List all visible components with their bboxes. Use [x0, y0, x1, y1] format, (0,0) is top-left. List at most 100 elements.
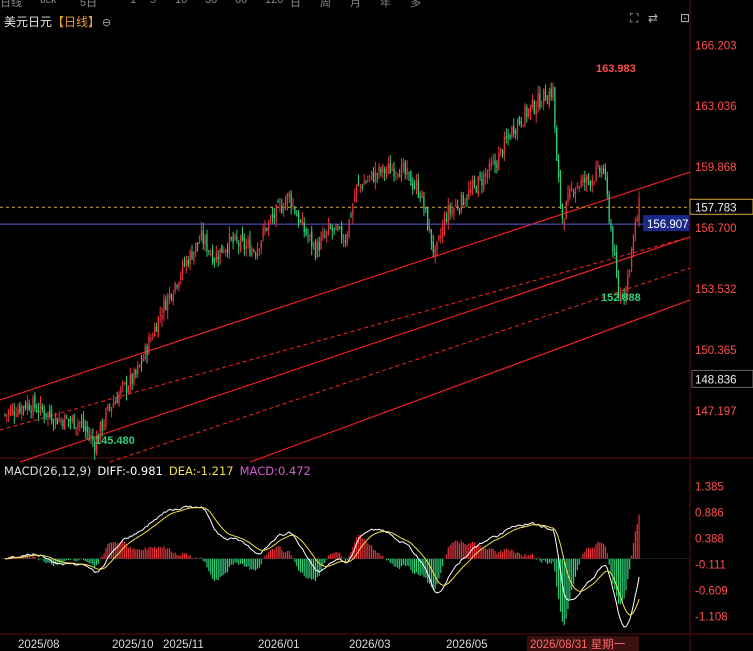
candle-body [101, 420, 103, 431]
period-tab[interactable]: 30 [205, 0, 217, 6]
candle-body [193, 251, 195, 262]
candle-body [425, 207, 427, 210]
candle-body [413, 186, 416, 188]
candle-body [494, 160, 496, 166]
candle-body [539, 93, 541, 109]
candle-body [92, 436, 94, 441]
candle-body [638, 198, 640, 223]
candle-body [490, 163, 492, 167]
candle-body [311, 231, 313, 247]
diff-value: DIFF:-0.981 [97, 464, 163, 478]
candle-body [333, 227, 335, 229]
dea-value: DEA:-1.217 [168, 464, 234, 478]
candle-body [133, 370, 135, 384]
candle-body [296, 215, 298, 217]
price-axis-label: 153.532 [695, 284, 737, 296]
time-axis-label: 2026/05 [446, 639, 488, 651]
candle-body [629, 270, 631, 273]
candle-body [84, 426, 87, 431]
candle-body [120, 387, 122, 394]
candle-body [142, 357, 145, 362]
candle-body [19, 405, 21, 413]
period-tab[interactable]: tick [40, 0, 57, 6]
candle-body [262, 227, 264, 238]
candle-body [370, 171, 373, 176]
compare-icon[interactable]: ⇄ [648, 11, 658, 25]
period-tabs[interactable]: 日线 tick 5日 1 5 10 30 60 120 日 周 月 年 多 [0, 0, 753, 8]
candle-body [604, 167, 607, 176]
candle-body [608, 195, 610, 222]
candle-body [614, 252, 616, 255]
candle-body [479, 175, 481, 177]
candle-body [529, 105, 532, 113]
period-tab[interactable]: 1 [130, 0, 136, 6]
period-tab[interactable]: 10 [175, 0, 187, 6]
period-tab[interactable]: 日 [290, 0, 301, 8]
candle-body [32, 398, 34, 415]
period-tab[interactable]: 60 [235, 0, 247, 6]
candle-body [314, 244, 317, 258]
period-tab[interactable]: 年 [380, 0, 391, 8]
candle-body [518, 117, 521, 124]
price-chart[interactable]: 163.983 145.480 152.888 166.203 163.036 159.8… [0, 0, 753, 651]
candle-body [243, 238, 246, 249]
candle-body [528, 108, 530, 116]
price-axis-label: 150.365 [695, 345, 737, 357]
candle-body [404, 161, 406, 175]
candle-body [460, 192, 463, 213]
candle-body [271, 215, 274, 218]
candle-body [26, 401, 29, 410]
period-tab[interactable]: 5日 [80, 0, 97, 8]
candle-body [99, 421, 101, 440]
expand-icon[interactable]: ⛶ [630, 11, 638, 26]
channel-middle-line [19, 236, 691, 463]
candle-body [39, 402, 42, 411]
candle-body [275, 205, 277, 222]
cursor-date-tag [527, 636, 639, 651]
candle-body [13, 411, 15, 416]
candle-body [258, 249, 260, 251]
candle-body [153, 326, 156, 337]
candle-body [514, 131, 517, 133]
chart-root[interactable]: 日线 tick 5日 1 5 10 30 60 120 日 周 月 年 多 美元日元【日线】 ⊖ ⛶ ⇄ ⊡… [0, 0, 753, 651]
window-icon[interactable]: ⊡ [680, 11, 690, 25]
period-tab[interactable]: 周 [320, 0, 331, 8]
period-tab[interactable]: 5 [150, 0, 156, 6]
candle-body [62, 420, 64, 428]
candle-body [597, 164, 599, 167]
candle-body [15, 415, 17, 417]
period-label[interactable]: 【日线】 [52, 15, 100, 29]
candle-body [116, 399, 118, 404]
candle-body [107, 404, 109, 410]
time-axis-label: 2025/11 [163, 639, 204, 651]
candle-body [374, 170, 376, 182]
candle-body [488, 162, 491, 173]
candle-body [501, 150, 504, 156]
candle-body [36, 410, 38, 413]
period-tab[interactable]: 多 [410, 0, 421, 8]
candle-body [384, 168, 386, 174]
candle-body [245, 245, 247, 251]
period-tab[interactable]: 日线 [0, 0, 22, 8]
candle-body [225, 249, 227, 253]
candle-body [208, 250, 210, 252]
settings-icon[interactable]: ⊖ [102, 16, 111, 29]
candle-body [146, 346, 148, 356]
candle-body [471, 181, 474, 191]
candle-body [279, 203, 281, 205]
candle-body [82, 418, 85, 429]
candle-body [355, 184, 358, 196]
candle-body [548, 92, 550, 107]
candle-body [389, 163, 391, 174]
candle-body [292, 204, 294, 207]
candle-body [176, 285, 178, 287]
candle-body [79, 421, 81, 424]
candle-body [97, 436, 100, 440]
period-tab[interactable]: 月 [350, 0, 361, 8]
candle-body [324, 235, 326, 237]
low-annotation-left: 145.480 [95, 435, 135, 447]
crosshair-price-value: 156.907 [647, 219, 689, 231]
candle-body [249, 239, 251, 256]
period-tab[interactable]: 120 [265, 0, 283, 6]
candle-body [172, 294, 174, 301]
